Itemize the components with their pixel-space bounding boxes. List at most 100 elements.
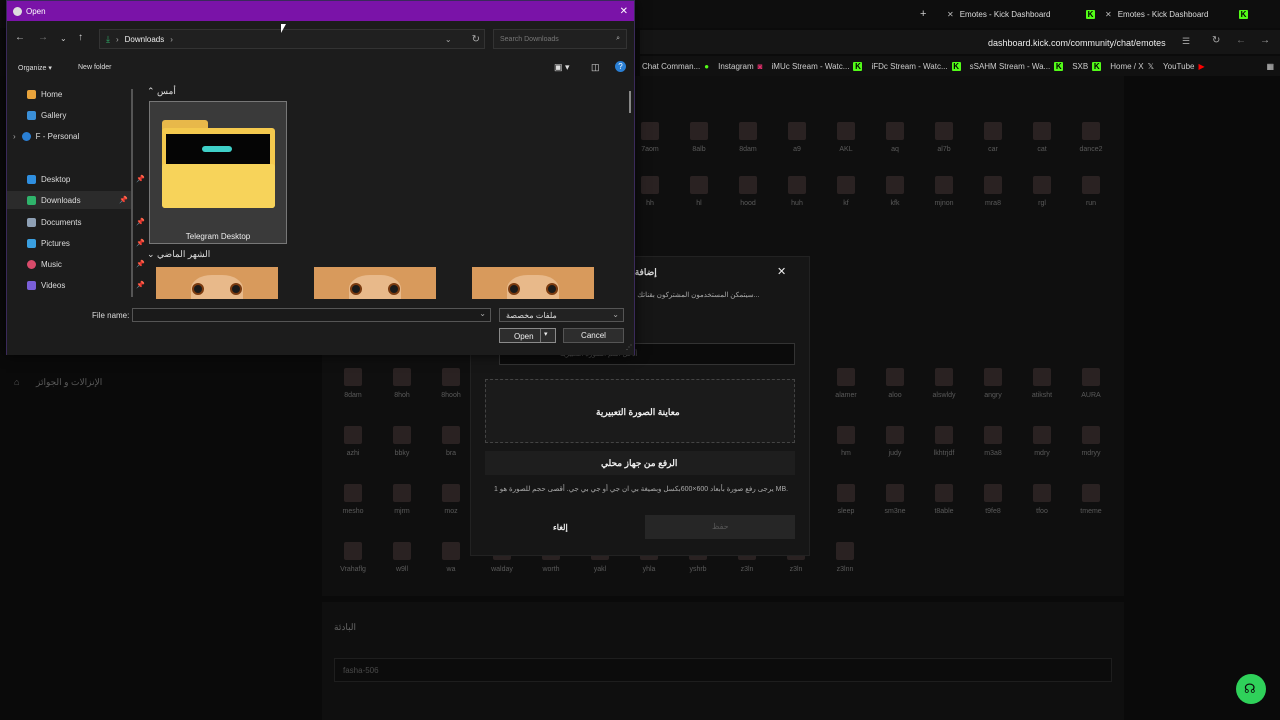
address-path[interactable]: ⤓ › Downloads › ⌄ ↻ (99, 29, 485, 49)
emote-item[interactable]: tmeme (1071, 484, 1111, 515)
emote-item[interactable]: mjrm (382, 484, 422, 515)
emote-item[interactable]: atiksht (1022, 368, 1062, 399)
emote-item[interactable]: sm3ne (875, 484, 915, 515)
bookmark-instagram[interactable]: Instagram ◙ (718, 62, 762, 71)
emote-item[interactable]: kf (826, 176, 866, 207)
emote-item[interactable]: 8dam (728, 122, 768, 153)
emote-item[interactable]: bbky (382, 426, 422, 457)
emote-item[interactable]: bra (431, 426, 471, 457)
sidebar-item-f-personal[interactable]: › F - Personal (13, 127, 135, 145)
preview-pane-icon[interactable]: ◫ (591, 62, 600, 73)
emote-item[interactable]: 8hoh (382, 368, 422, 399)
group-header-last-month[interactable]: ⌄ الشهر الماضي (147, 249, 210, 260)
folder-item-telegram-desktop[interactable]: Telegram Desktop (149, 101, 287, 244)
emote-item[interactable]: mdry (1022, 426, 1062, 457)
emote-item[interactable]: AURA (1071, 368, 1111, 399)
open-button[interactable]: Open ▾ (499, 328, 556, 343)
dialog-title-bar[interactable]: Open ✕ (7, 1, 634, 21)
upload-local-button[interactable]: الرفع من جهاز محلي (485, 451, 795, 475)
emote-item[interactable]: mesho (333, 484, 373, 515)
emote-item[interactable]: hm (826, 426, 866, 457)
emote-item[interactable]: 8alb (679, 122, 719, 153)
emote-item[interactable]: t9fe8 (973, 484, 1013, 515)
image-thumbnail-cat[interactable] (472, 267, 594, 299)
emote-item[interactable]: hh (630, 176, 670, 207)
emote-item[interactable]: t8able (924, 484, 964, 515)
emote-item[interactable]: rgl (1022, 176, 1062, 207)
emote-item[interactable]: dance2 (1071, 122, 1111, 153)
emote-item[interactable]: hood (728, 176, 768, 207)
emote-item[interactable]: AKL (826, 122, 866, 153)
emote-item[interactable]: m3a8 (973, 426, 1013, 457)
emote-item[interactable]: kfk (875, 176, 915, 207)
sidebar-item-downloads[interactable]: Downloads 📌 (7, 191, 132, 209)
organize-menu[interactable]: Organize ▾ (18, 64, 52, 72)
bookmark-youtube[interactable]: YouTube ▶ (1163, 62, 1205, 71)
back-arrow-icon[interactable]: ← (15, 32, 25, 43)
new-tab-button[interactable]: + (920, 5, 926, 23)
image-thumbnail-cat[interactable] (314, 267, 436, 299)
bookmark-imuc[interactable]: iMUc Stream - Watc... K (772, 61, 863, 71)
close-icon[interactable]: ✕ (1105, 10, 1112, 19)
up-arrow-icon[interactable]: ↑ (78, 32, 83, 43)
new-folder-button[interactable]: New folder (78, 64, 111, 71)
emote-item[interactable]: lkhtrjdf (924, 426, 964, 457)
emote-item[interactable]: cat (1022, 122, 1062, 153)
reload-icon[interactable]: ↻ (1212, 35, 1220, 46)
cancel-button[interactable]: إلغاء (553, 523, 568, 532)
emote-item[interactable]: al7b (924, 122, 964, 153)
emote-item[interactable]: hl (679, 176, 719, 207)
close-icon[interactable]: ✕ (947, 10, 954, 19)
close-icon[interactable]: ✕ (777, 265, 786, 278)
emote-item[interactable]: mjnon (924, 176, 964, 207)
address-bar[interactable]: dashboard.kick.com/community/chat/emotes… (640, 30, 1280, 54)
emote-item[interactable]: Vrahaflg (333, 542, 373, 573)
emote-item[interactable]: aq (875, 122, 915, 153)
browser-tab-2[interactable]: ✕ Emotes - Kick Dashboard K (1105, 5, 1248, 23)
recent-locations-icon[interactable]: ⌄ (60, 34, 67, 43)
search-input[interactable]: Search Downloads ⌕ (493, 29, 627, 49)
browser-tab-1[interactable]: ✕ Emotes - Kick Dashboard K (947, 5, 1095, 23)
close-icon[interactable]: ✕ (620, 6, 628, 17)
file-type-select[interactable]: ملفات مخصصة ⌄ (499, 308, 624, 322)
emote-item[interactable]: a9 (777, 122, 817, 153)
navigation-scrollbar[interactable] (131, 89, 133, 297)
emote-item[interactable]: tfoo (1022, 484, 1062, 515)
emote-item[interactable]: mra8 (973, 176, 1013, 207)
sidebar-item-drops[interactable]: الإنزالات و الجوائز (36, 377, 102, 388)
emote-item[interactable]: alamer (826, 368, 866, 399)
emote-item[interactable]: wa (431, 542, 471, 573)
emote-item[interactable]: car (973, 122, 1013, 153)
help-icon[interactable]: ? (615, 61, 626, 72)
emote-item[interactable]: sleep (826, 484, 866, 515)
refresh-icon[interactable]: ↻ (472, 34, 480, 45)
save-button[interactable]: حفظ (645, 515, 795, 539)
emote-item[interactable]: 8hooh (431, 368, 471, 399)
emote-item[interactable]: angry (973, 368, 1013, 399)
back-icon[interactable]: ← (1236, 35, 1246, 46)
emote-item[interactable]: 7aom (630, 122, 670, 153)
image-thumbnail-cat[interactable] (156, 267, 278, 299)
emote-item[interactable]: run (1071, 176, 1111, 207)
cancel-button[interactable]: Cancel (563, 328, 624, 343)
view-options-icon[interactable]: ▣ ▾ (554, 62, 570, 73)
bookmark-x[interactable]: Home / X𝕏 (1110, 62, 1154, 71)
bookmark-sxb[interactable]: SXB K (1072, 61, 1102, 71)
emote-item[interactable]: z3lnn (825, 542, 865, 573)
chevron-down-icon[interactable]: ⌄ (445, 35, 452, 44)
emote-item[interactable]: w9ll (382, 542, 422, 573)
prefix-input[interactable]: fasha-506 (334, 658, 1112, 682)
breadcrumb-downloads[interactable]: Downloads (125, 35, 165, 44)
forward-arrow-icon[interactable]: → (38, 32, 48, 43)
resize-grip-icon[interactable]: ⋰ (626, 344, 632, 351)
bookmark-chat-commands[interactable]: Chat Comman... ● (642, 62, 709, 71)
bookmark-ssahm[interactable]: sSAHM Stream - Wa... K (970, 61, 1064, 71)
apps-grid-icon[interactable]: ▦ (1266, 62, 1274, 71)
forward-icon[interactable]: → (1260, 35, 1270, 46)
emote-item[interactable]: judy (875, 426, 915, 457)
emote-item[interactable]: alswldy (924, 368, 964, 399)
bookmark-ifdc[interactable]: iFDc Stream - Watc... K (871, 61, 961, 71)
group-header-yesterday[interactable]: ⌃ أمس (147, 86, 176, 97)
emote-item[interactable]: mdryy (1071, 426, 1111, 457)
emote-item[interactable]: 8dam (333, 368, 373, 399)
